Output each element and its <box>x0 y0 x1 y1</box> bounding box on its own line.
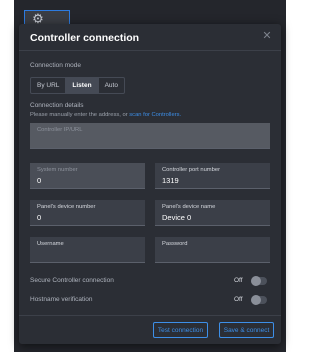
dialog-title: Controller connection <box>30 32 140 44</box>
connection-mode-label: Connection mode <box>30 62 81 69</box>
connection-mode-selector[interactable]: By URL Listen Auto <box>30 77 125 94</box>
controller-connection-dialog: Controller connection ✕ Connection mode … <box>19 24 281 344</box>
mode-option-auto[interactable]: Auto <box>99 78 124 93</box>
title-divider <box>19 50 281 51</box>
panel-device-name-field[interactable]: Panel's device name Device 0 <box>155 200 270 226</box>
mode-option-by-url[interactable]: By URL <box>31 78 67 93</box>
system-number-label: System number <box>37 167 78 173</box>
username-label: Username <box>37 241 64 247</box>
password-field[interactable]: Password <box>155 237 270 263</box>
system-number-value: 0 <box>37 176 42 185</box>
hint-text: Please manually enter the address, or <box>30 112 128 118</box>
port-number-field[interactable]: Controller port number 1319 <box>155 163 270 189</box>
close-icon[interactable]: ✕ <box>261 30 273 42</box>
secure-connection-toggle[interactable] <box>251 276 267 286</box>
password-label: Password <box>162 241 188 247</box>
mode-option-listen[interactable]: Listen <box>66 78 99 93</box>
port-number-value: 1319 <box>162 176 179 185</box>
secure-connection-state: Off <box>234 277 243 284</box>
panel-device-number-label: Panel's device number <box>37 204 96 210</box>
hostname-verification-state: Off <box>234 296 243 303</box>
toggle-knob <box>251 295 261 305</box>
panel-device-number-value: 0 <box>37 213 42 222</box>
panel-device-name-value: Device 0 <box>162 213 192 222</box>
system-number-field[interactable]: System number 0 <box>30 163 145 189</box>
toggle-knob <box>251 276 261 286</box>
controller-ip-label: Controller IP/URL <box>37 127 83 133</box>
connection-details-label: Connection details <box>30 102 84 109</box>
hostname-verification-toggle[interactable] <box>251 295 267 305</box>
hostname-verification-label: Hostname verification <box>30 296 93 303</box>
scan-controllers-link[interactable]: scan for Controllers. <box>129 112 181 118</box>
footer-divider <box>19 315 281 316</box>
connection-details-hint: Please manually enter the address, or sc… <box>30 112 181 118</box>
secure-connection-label: Secure Controller connection <box>30 277 114 284</box>
panel-device-name-label: Panel's device name <box>162 204 216 210</box>
save-connect-button[interactable]: Save & connect <box>219 322 274 338</box>
controller-ip-field[interactable]: Controller IP/URL <box>30 123 270 149</box>
username-field[interactable]: Username <box>30 237 145 263</box>
port-number-label: Controller port number <box>162 167 220 173</box>
panel-device-number-field[interactable]: Panel's device number 0 <box>30 200 145 226</box>
test-connection-button[interactable]: Test connection <box>153 322 208 338</box>
